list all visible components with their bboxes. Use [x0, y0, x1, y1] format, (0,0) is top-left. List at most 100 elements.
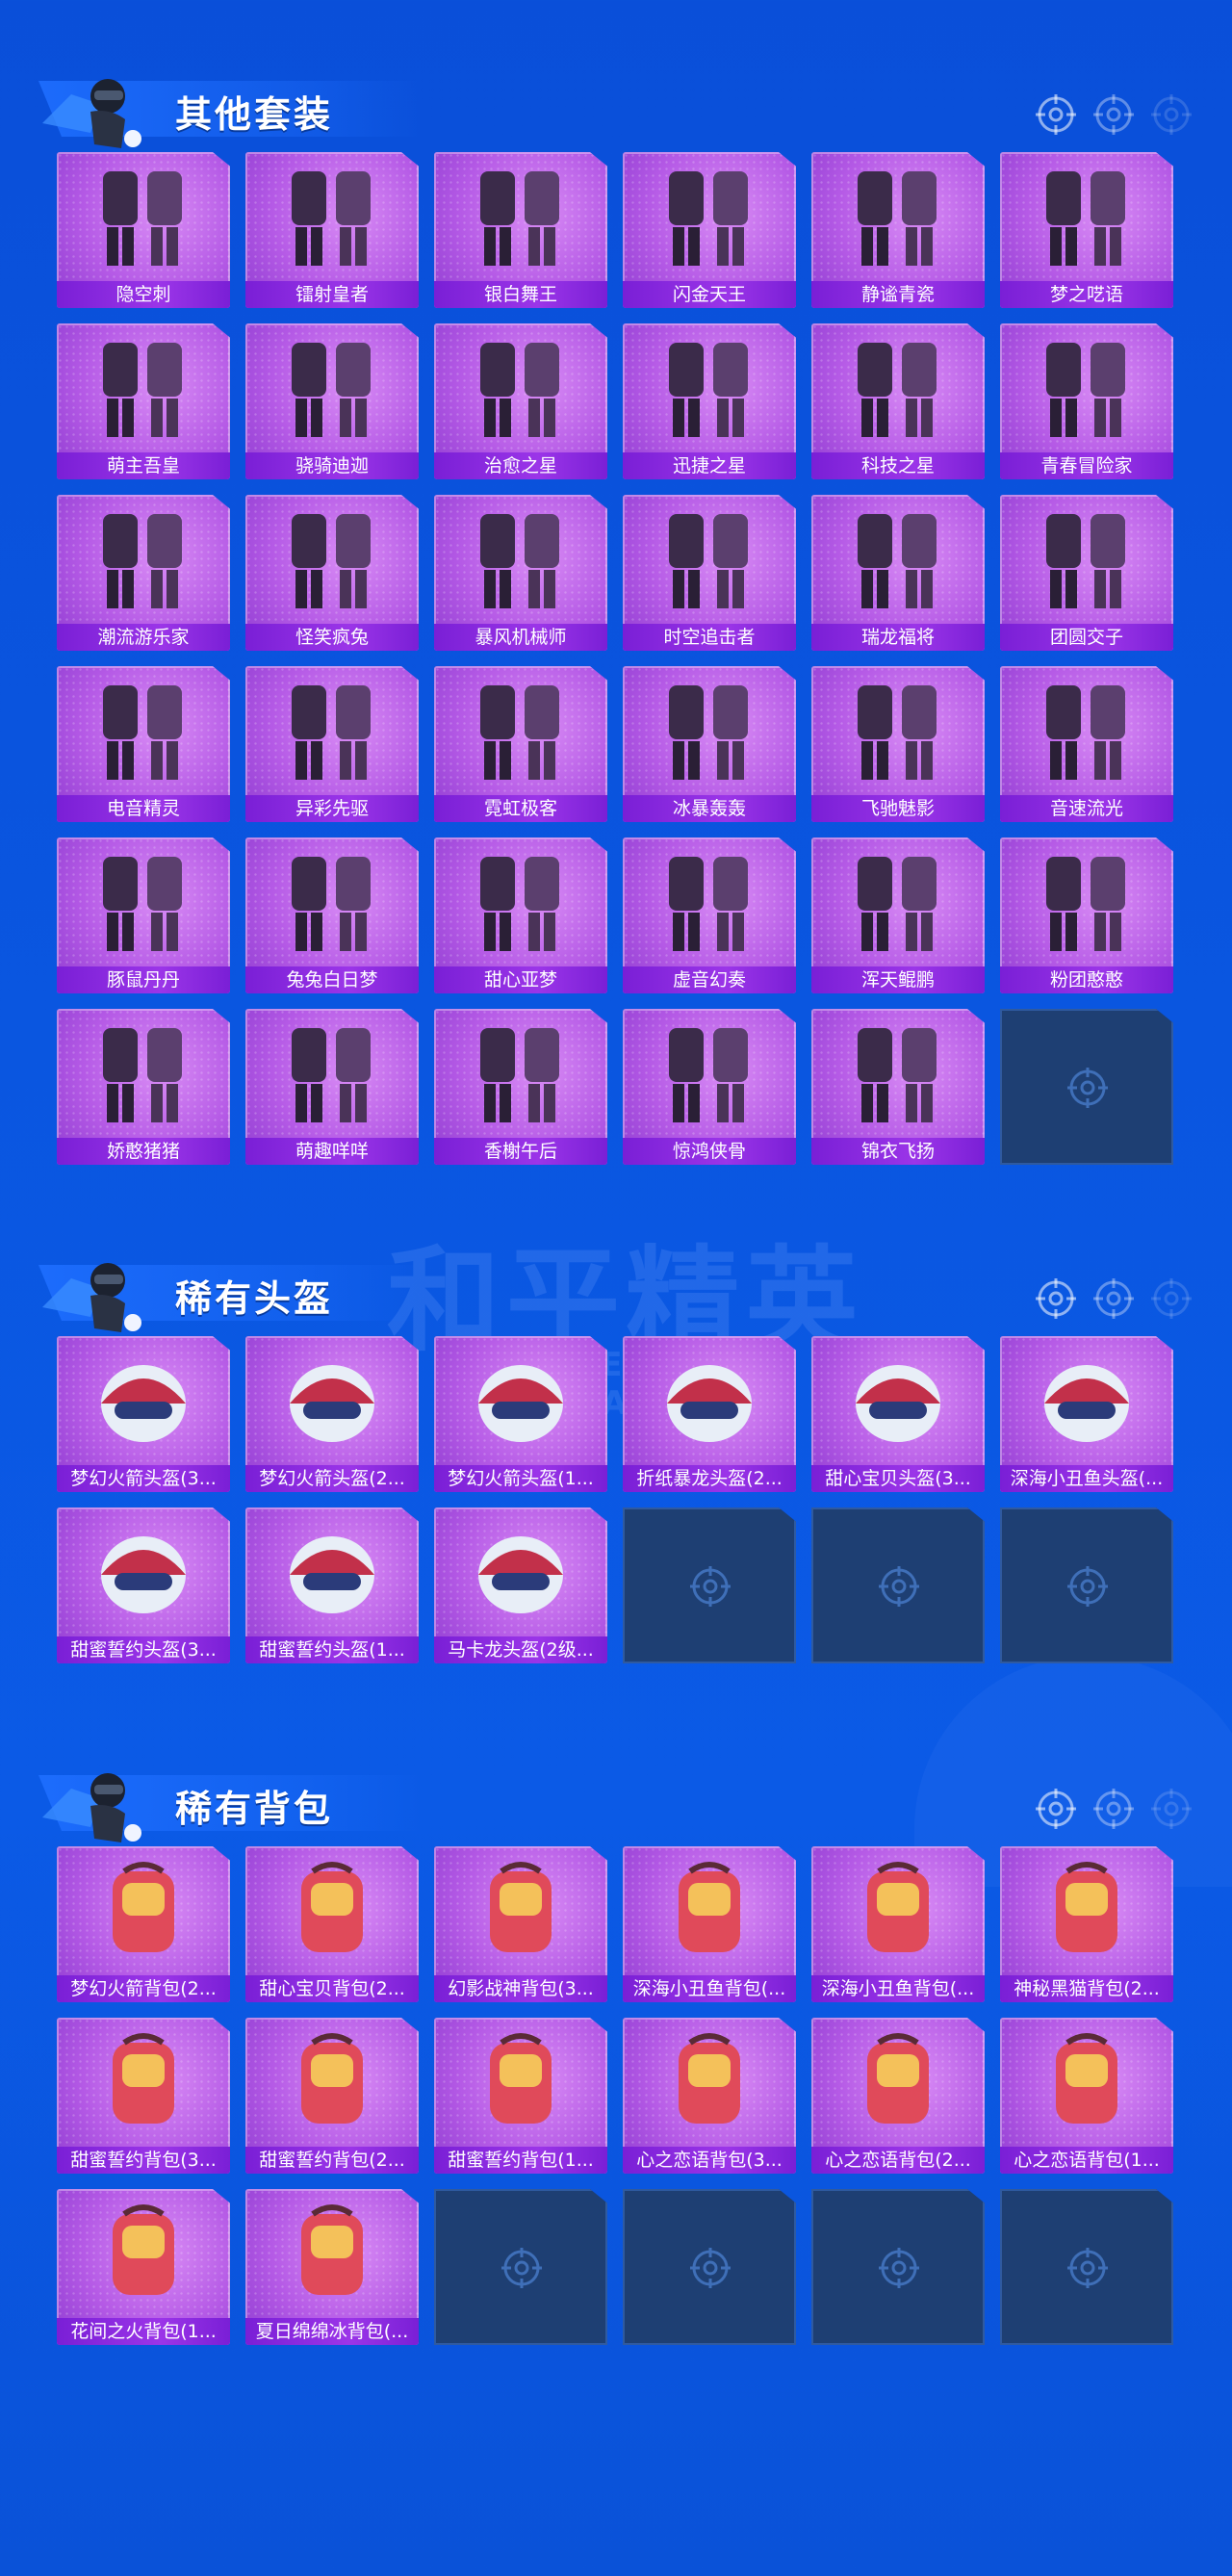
item-card[interactable]: 惊鸿侠骨	[623, 1009, 796, 1165]
helmet-image	[86, 1344, 201, 1459]
item-card[interactable]: 幻影战神背包(3...	[434, 1846, 607, 2002]
item-card[interactable]: 银白舞王	[434, 152, 607, 308]
outfit-image	[274, 1017, 390, 1132]
item-card[interactable]: 甜蜜誓约背包(2...	[245, 2018, 419, 2174]
outfit-image	[463, 845, 578, 961]
item-card[interactable]: 甜心宝贝头盔(3...	[811, 1336, 985, 1492]
item-name: 甜蜜誓约头盔(1...	[245, 1636, 419, 1663]
backpack-image	[652, 2025, 767, 2141]
section-header: 稀有头盔	[0, 1223, 1232, 1336]
item-card[interactable]: 心之恋语背包(2...	[811, 2018, 985, 2174]
item-card[interactable]: 静谧青瓷	[811, 152, 985, 308]
item-card[interactable]: 花间之火背包(1...	[57, 2189, 230, 2345]
item-card[interactable]: 电音精灵	[57, 666, 230, 822]
item-card[interactable]: 音速流光	[1000, 666, 1173, 822]
outfit-image	[840, 674, 956, 789]
item-card[interactable]: 迅捷之星	[623, 323, 796, 479]
item-card[interactable]: 豚鼠丹丹	[57, 837, 230, 993]
item-card[interactable]: 异彩先驱	[245, 666, 419, 822]
item-card[interactable]: 治愈之星	[434, 323, 607, 479]
item-card[interactable]: 冰暴轰轰	[623, 666, 796, 822]
item-card[interactable]: 夏日绵绵冰背包(...	[245, 2189, 419, 2345]
decoration-targets	[1034, 1787, 1194, 1831]
item-card[interactable]: 深海小丑鱼头盔(...	[1000, 1336, 1173, 1492]
item-card[interactable]: 深海小丑鱼背包(...	[623, 1846, 796, 2002]
item-card[interactable]: 怪笑疯兔	[245, 495, 419, 651]
item-card[interactable]: 折纸暴龙头盔(2...	[623, 1336, 796, 1492]
item-name: 深海小丑鱼背包(...	[811, 1975, 985, 2002]
item-card[interactable]: 时空追击者	[623, 495, 796, 651]
outfit-image	[1029, 845, 1144, 961]
item-card[interactable]: 梦幻火箭头盔(2...	[245, 1336, 419, 1492]
item-card[interactable]: 萌主吾皇	[57, 323, 230, 479]
item-card[interactable]: 娇憨猪猪	[57, 1009, 230, 1165]
item-name: 夏日绵绵冰背包(...	[245, 2318, 419, 2345]
item-card[interactable]: 科技之星	[811, 323, 985, 479]
item-card[interactable]: 梦幻火箭头盔(1...	[434, 1336, 607, 1492]
item-card[interactable]: 深海小丑鱼背包(...	[811, 1846, 985, 2002]
item-card[interactable]: 心之恋语背包(1...	[1000, 2018, 1173, 2174]
item-name: 甜心宝贝背包(2...	[245, 1975, 419, 2002]
crosshair-icon	[1091, 92, 1136, 137]
item-card[interactable]: 浑天鲲鹏	[811, 837, 985, 993]
item-name: 骁骑迪迦	[245, 452, 419, 479]
item-card[interactable]: 梦幻火箭背包(2...	[57, 1846, 230, 2002]
item-card[interactable]: 马卡龙头盔(2级...	[434, 1507, 607, 1663]
item-name: 萌主吾皇	[57, 452, 230, 479]
item-grid: 隐空刺 镭射皇者 银白舞王 闪金天王 静谧青瓷 梦之呓语萌主吾皇 骁骑迪迦 治愈之星 迅捷之星科…	[57, 152, 1175, 1165]
item-name: 心之恋语背包(1...	[1000, 2147, 1173, 2174]
item-name: 兔兔白日梦	[245, 966, 419, 993]
item-name: 闪金天王	[623, 281, 796, 308]
item-card[interactable]: 梦幻火箭头盔(3...	[57, 1336, 230, 1492]
item-name: 团圆交子	[1000, 624, 1173, 651]
item-card[interactable]: 虚音幻奏	[623, 837, 796, 993]
item-card[interactable]: 香榭午后	[434, 1009, 607, 1165]
item-name: 马卡龙头盔(2级...	[434, 1636, 607, 1663]
item-card[interactable]: 镭射皇者	[245, 152, 419, 308]
outfit-image	[463, 160, 578, 275]
outfit-image	[463, 1017, 578, 1132]
item-name: 冰暴轰轰	[623, 795, 796, 822]
item-name: 青春冒险家	[1000, 452, 1173, 479]
item-card[interactable]: 暴风机械师	[434, 495, 607, 651]
backpack-image	[463, 2025, 578, 2141]
item-card[interactable]: 粉团憨憨	[1000, 837, 1173, 993]
item-card[interactable]: 骁骑迪迦	[245, 323, 419, 479]
item-card[interactable]: 青春冒险家	[1000, 323, 1173, 479]
helmet-image	[652, 1344, 767, 1459]
item-card[interactable]: 神秘黑猫背包(2...	[1000, 1846, 1173, 2002]
backpack-image	[463, 1854, 578, 1970]
section-header: 稀有背包	[0, 1733, 1232, 1846]
item-name: 折纸暴龙头盔(2...	[623, 1465, 796, 1492]
item-card[interactable]: 闪金天王	[623, 152, 796, 308]
soldier-avatar-icon	[33, 1760, 148, 1856]
item-name: 花间之火背包(1...	[57, 2318, 230, 2345]
soldier-avatar-icon	[33, 1249, 148, 1346]
outfit-image	[840, 331, 956, 447]
item-card[interactable]: 甜心宝贝背包(2...	[245, 1846, 419, 2002]
helmet-image	[274, 1344, 390, 1459]
item-card[interactable]: 飞驰魅影	[811, 666, 985, 822]
item-card[interactable]: 甜蜜誓约头盔(3...	[57, 1507, 230, 1663]
item-card[interactable]: 甜心亚梦	[434, 837, 607, 993]
item-card[interactable]: 潮流游乐家	[57, 495, 230, 651]
item-card[interactable]: 兔兔白日梦	[245, 837, 419, 993]
item-card[interactable]: 萌趣咩咩	[245, 1009, 419, 1165]
item-name: 梦幻火箭头盔(1...	[434, 1465, 607, 1492]
item-card[interactable]: 瑞龙福将	[811, 495, 985, 651]
item-card[interactable]: 甜蜜誓约背包(3...	[57, 2018, 230, 2174]
item-card[interactable]: 心之恋语背包(3...	[623, 2018, 796, 2174]
item-card[interactable]: 隐空刺	[57, 152, 230, 308]
item-card[interactable]: 甜蜜誓约头盔(1...	[245, 1507, 419, 1663]
item-card[interactable]: 团圆交子	[1000, 495, 1173, 651]
crosshair-icon	[1149, 1276, 1194, 1321]
item-name: 瑞龙福将	[811, 624, 985, 651]
section-outfits: 其他套装 隐空刺 镭射皇者 银白舞王 闪金天王 静谧青瓷 梦之呓语 萌主吾皇 骁骑迪迦 治愈之星迅…	[0, 39, 1232, 1165]
item-card[interactable]: 锦衣飞扬	[811, 1009, 985, 1165]
item-card[interactable]: 甜蜜誓约背包(1...	[434, 2018, 607, 2174]
item-card[interactable]: 梦之呓语	[1000, 152, 1173, 308]
outfit-image	[86, 674, 201, 789]
item-name: 潮流游乐家	[57, 624, 230, 651]
item-card[interactable]: 霓虹极客	[434, 666, 607, 822]
outfit-image	[840, 1017, 956, 1132]
